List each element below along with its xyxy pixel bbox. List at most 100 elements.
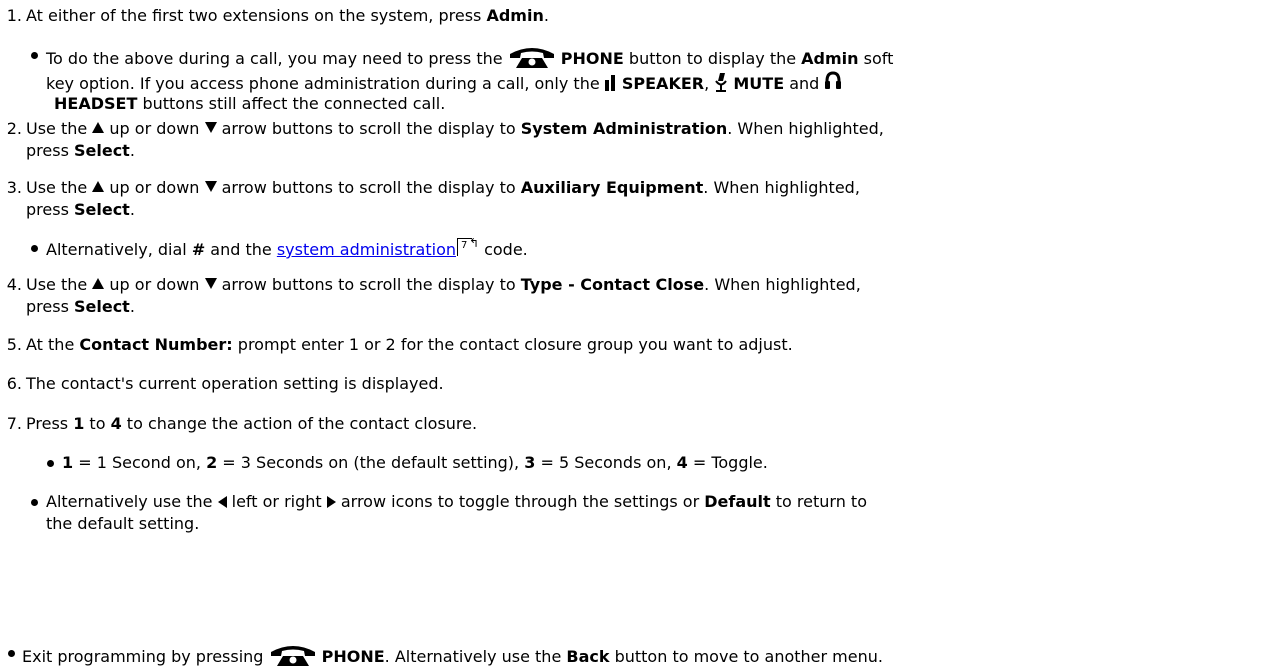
step-text: The contact's current operation setting … <box>26 374 444 393</box>
ref-arrow: ↰ <box>469 236 480 250</box>
text: To do the above during a call, you may n… <box>46 49 508 68</box>
text: soft <box>858 49 894 68</box>
text: arrow buttons to scroll the display to <box>216 119 521 138</box>
text: . <box>543 6 549 25</box>
text: to change the action of the contact clos… <box>121 414 478 433</box>
text: to return to <box>770 492 867 511</box>
back-key-label: Back <box>566 647 610 666</box>
text: press <box>26 297 74 316</box>
text: . When highlighted, <box>703 178 860 197</box>
step-text: Use the up or down arrow buttons to scro… <box>26 119 884 138</box>
prompt-label: Contact Number: <box>79 335 233 354</box>
phone-icon <box>270 646 315 666</box>
step-number: 2. <box>6 119 22 138</box>
text: . <box>129 141 135 160</box>
step-text: At the Contact Number: prompt enter 1 or… <box>26 335 793 354</box>
step-number: 4. <box>6 275 22 294</box>
phone-key-label: PHONE <box>560 49 624 68</box>
text: key option. If you access phone administ… <box>46 74 605 93</box>
text: arrow buttons to scroll the display to <box>216 178 521 197</box>
note-text: key option. If you access phone administ… <box>46 71 842 93</box>
admin-key-label: Admin <box>801 49 859 68</box>
text: = 1 Second on, <box>73 453 207 472</box>
key-label: 4 <box>110 414 122 433</box>
step-number: 5. <box>6 335 22 354</box>
phone-key-label: PHONE <box>321 647 385 666</box>
note-text: Alternatively, dial # and the system adm… <box>46 236 528 259</box>
step-text: Use the up or down arrow buttons to scro… <box>26 275 861 294</box>
phone-icon <box>509 48 554 68</box>
text: . When highlighted, <box>727 119 884 138</box>
text: Exit programming by pressing <box>22 647 269 666</box>
text: code. <box>479 240 528 259</box>
bullet <box>31 238 38 252</box>
headset-icon <box>825 71 842 89</box>
right-arrow-icon <box>326 496 336 508</box>
text: Press <box>26 414 74 433</box>
admin-key-label: Admin <box>486 6 544 25</box>
text: . Alternatively use the <box>384 647 567 666</box>
text: and the <box>205 240 277 259</box>
text: buttons still affect the connected call. <box>137 94 446 113</box>
note-text: the default setting. <box>46 514 200 533</box>
text: left or right <box>226 492 327 511</box>
headset-key-label: HEADSET <box>54 94 138 113</box>
option-key: 3 <box>524 453 536 472</box>
step-text: Use the up or down arrow buttons to scro… <box>26 178 860 197</box>
bullet <box>31 45 38 59</box>
default-key-label: Default <box>704 492 771 511</box>
up-arrow-icon <box>92 278 105 289</box>
bullet <box>47 453 54 467</box>
options-text: 1 = 1 Second on, 2 = 3 Seconds on (the d… <box>62 453 768 472</box>
step-number: 3. <box>6 178 22 197</box>
speaker-icon <box>604 75 615 91</box>
option-key: 1 <box>62 453 74 472</box>
step-text: press Select. <box>26 297 135 316</box>
step-number: 7. <box>6 414 22 433</box>
step-number: 1. <box>6 6 22 25</box>
text: Alternatively, dial <box>46 240 192 259</box>
text: Use the <box>26 178 93 197</box>
text: Alternatively use the <box>46 492 218 511</box>
text: At either of the first two extensions on… <box>26 6 487 25</box>
text: . When highlighted, <box>704 275 861 294</box>
option-key: 2 <box>206 453 218 472</box>
mute-key-label: MUTE <box>733 74 785 93</box>
text: button to move to another menu. <box>609 647 883 666</box>
select-key-label: Select <box>73 200 130 219</box>
step-text: At either of the first two extensions on… <box>26 6 549 25</box>
mute-microphone-icon <box>715 73 728 92</box>
note-text: HEADSET buttons still affect the connect… <box>54 94 445 113</box>
left-arrow-icon <box>217 496 227 508</box>
step-text: press Select. <box>26 141 135 160</box>
speaker-key-label: SPEAKER <box>621 74 705 93</box>
exit-text: Exit programming by pressing PHONE. Alte… <box>22 643 883 667</box>
down-arrow-icon <box>204 278 217 289</box>
text: , <box>704 74 715 93</box>
text: = 3 Seconds on (the default setting), <box>217 453 525 472</box>
text: button to display the <box>623 49 802 68</box>
key-label: 1 <box>73 414 85 433</box>
ref-page-number: 7 <box>461 240 468 251</box>
menu-option-label: Auxiliary Equipment <box>520 178 704 197</box>
up-arrow-icon <box>92 122 105 133</box>
text: arrow buttons to scroll the display to <box>216 275 521 294</box>
hash-key-label: # <box>191 240 206 259</box>
step-text: Press 1 to 4 to change the action of the… <box>26 414 477 433</box>
select-key-label: Select <box>73 141 130 160</box>
page-reference-icon: 7 ↰ <box>457 236 480 258</box>
step-text: press Select. <box>26 200 135 219</box>
text: = 5 Seconds on, <box>535 453 677 472</box>
select-key-label: Select <box>73 297 130 316</box>
note-text: Alternatively use the left or right arro… <box>46 492 867 511</box>
text: to <box>84 414 111 433</box>
down-arrow-icon <box>204 122 217 133</box>
text: = Toggle. <box>687 453 768 472</box>
text: press <box>26 200 74 219</box>
bullet <box>31 492 38 506</box>
text: . <box>129 297 135 316</box>
text: prompt enter 1 or 2 for the contact clos… <box>232 335 793 354</box>
text: up or down <box>104 119 205 138</box>
system-administration-link[interactable]: system administration <box>277 240 456 259</box>
text: and <box>784 74 825 93</box>
